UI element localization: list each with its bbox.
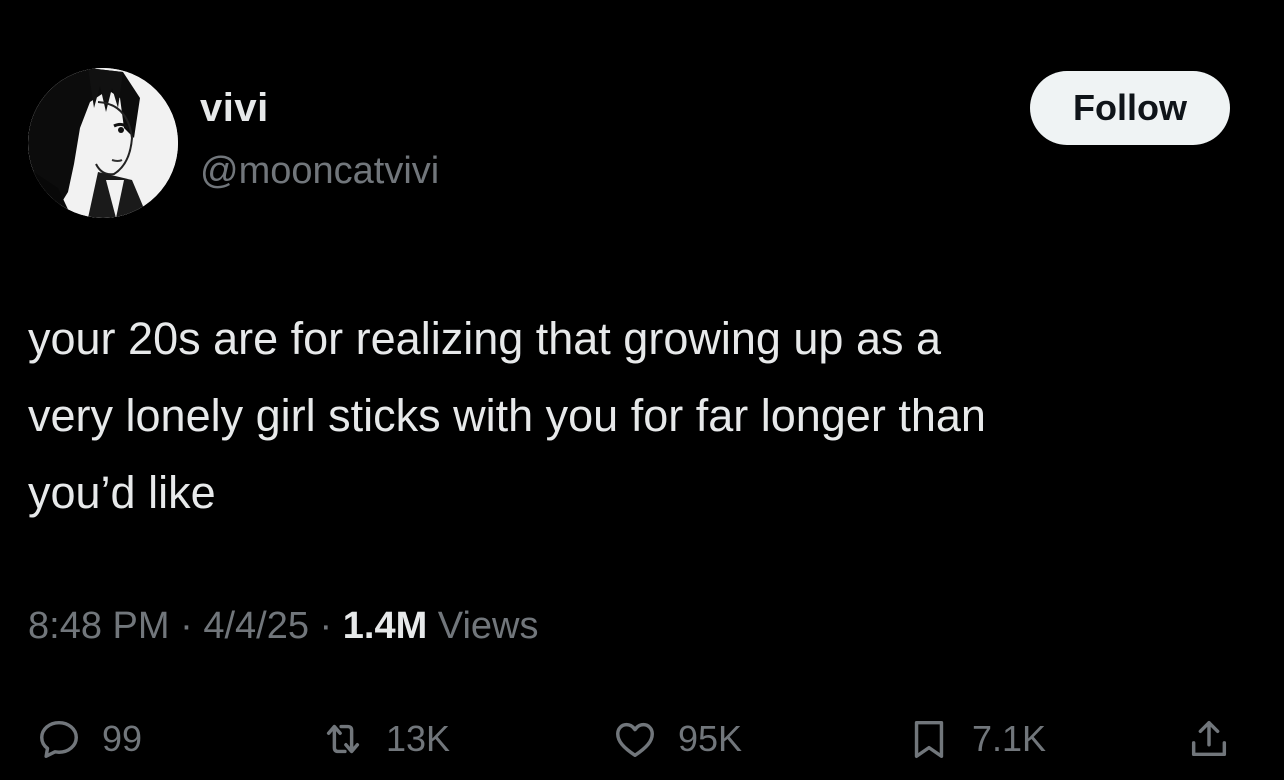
tweet-meta: 8:48 PM · 4/4/25 · 1.4M Views (28, 605, 538, 648)
like-count: 95K (678, 718, 743, 759)
like-button[interactable]: 95K (612, 714, 742, 764)
action-bar: 99 13K 95K 7.1K (0, 704, 1284, 780)
retweet-button[interactable]: 13K (320, 714, 450, 764)
heart-icon (616, 722, 654, 758)
follow-button[interactable]: Follow (1030, 71, 1230, 145)
meta-separator: · (319, 605, 333, 647)
share-icon (1191, 720, 1227, 757)
tweet-card: vivi @mooncatvivi Follow your 20s are fo… (0, 0, 1284, 776)
manga-girl-avatar-icon (28, 68, 178, 218)
avatar[interactable] (28, 68, 178, 218)
meta-separator: · (180, 605, 193, 647)
views-count[interactable]: 1.4M (343, 605, 427, 647)
tweet-date[interactable]: 4/4/25 (203, 605, 309, 647)
share-button[interactable] (1186, 714, 1232, 764)
reply-icon (40, 720, 78, 758)
retweet-count: 13K (386, 718, 451, 759)
bookmark-count: 7.1K (972, 718, 1047, 759)
reply-count: 99 (102, 718, 143, 759)
user-handle[interactable]: @mooncatvivi (200, 150, 439, 193)
bookmark-icon (914, 720, 944, 758)
views-label: Views (437, 605, 539, 647)
tweet-time[interactable]: 8:48 PM (28, 605, 170, 647)
tweet-text: your 20s are for realizing that growing … (28, 313, 986, 518)
retweet-icon (326, 724, 360, 754)
reply-button[interactable]: 99 (36, 714, 142, 764)
bookmark-button[interactable]: 7.1K (906, 714, 1046, 764)
display-name[interactable]: vivi (200, 86, 269, 131)
